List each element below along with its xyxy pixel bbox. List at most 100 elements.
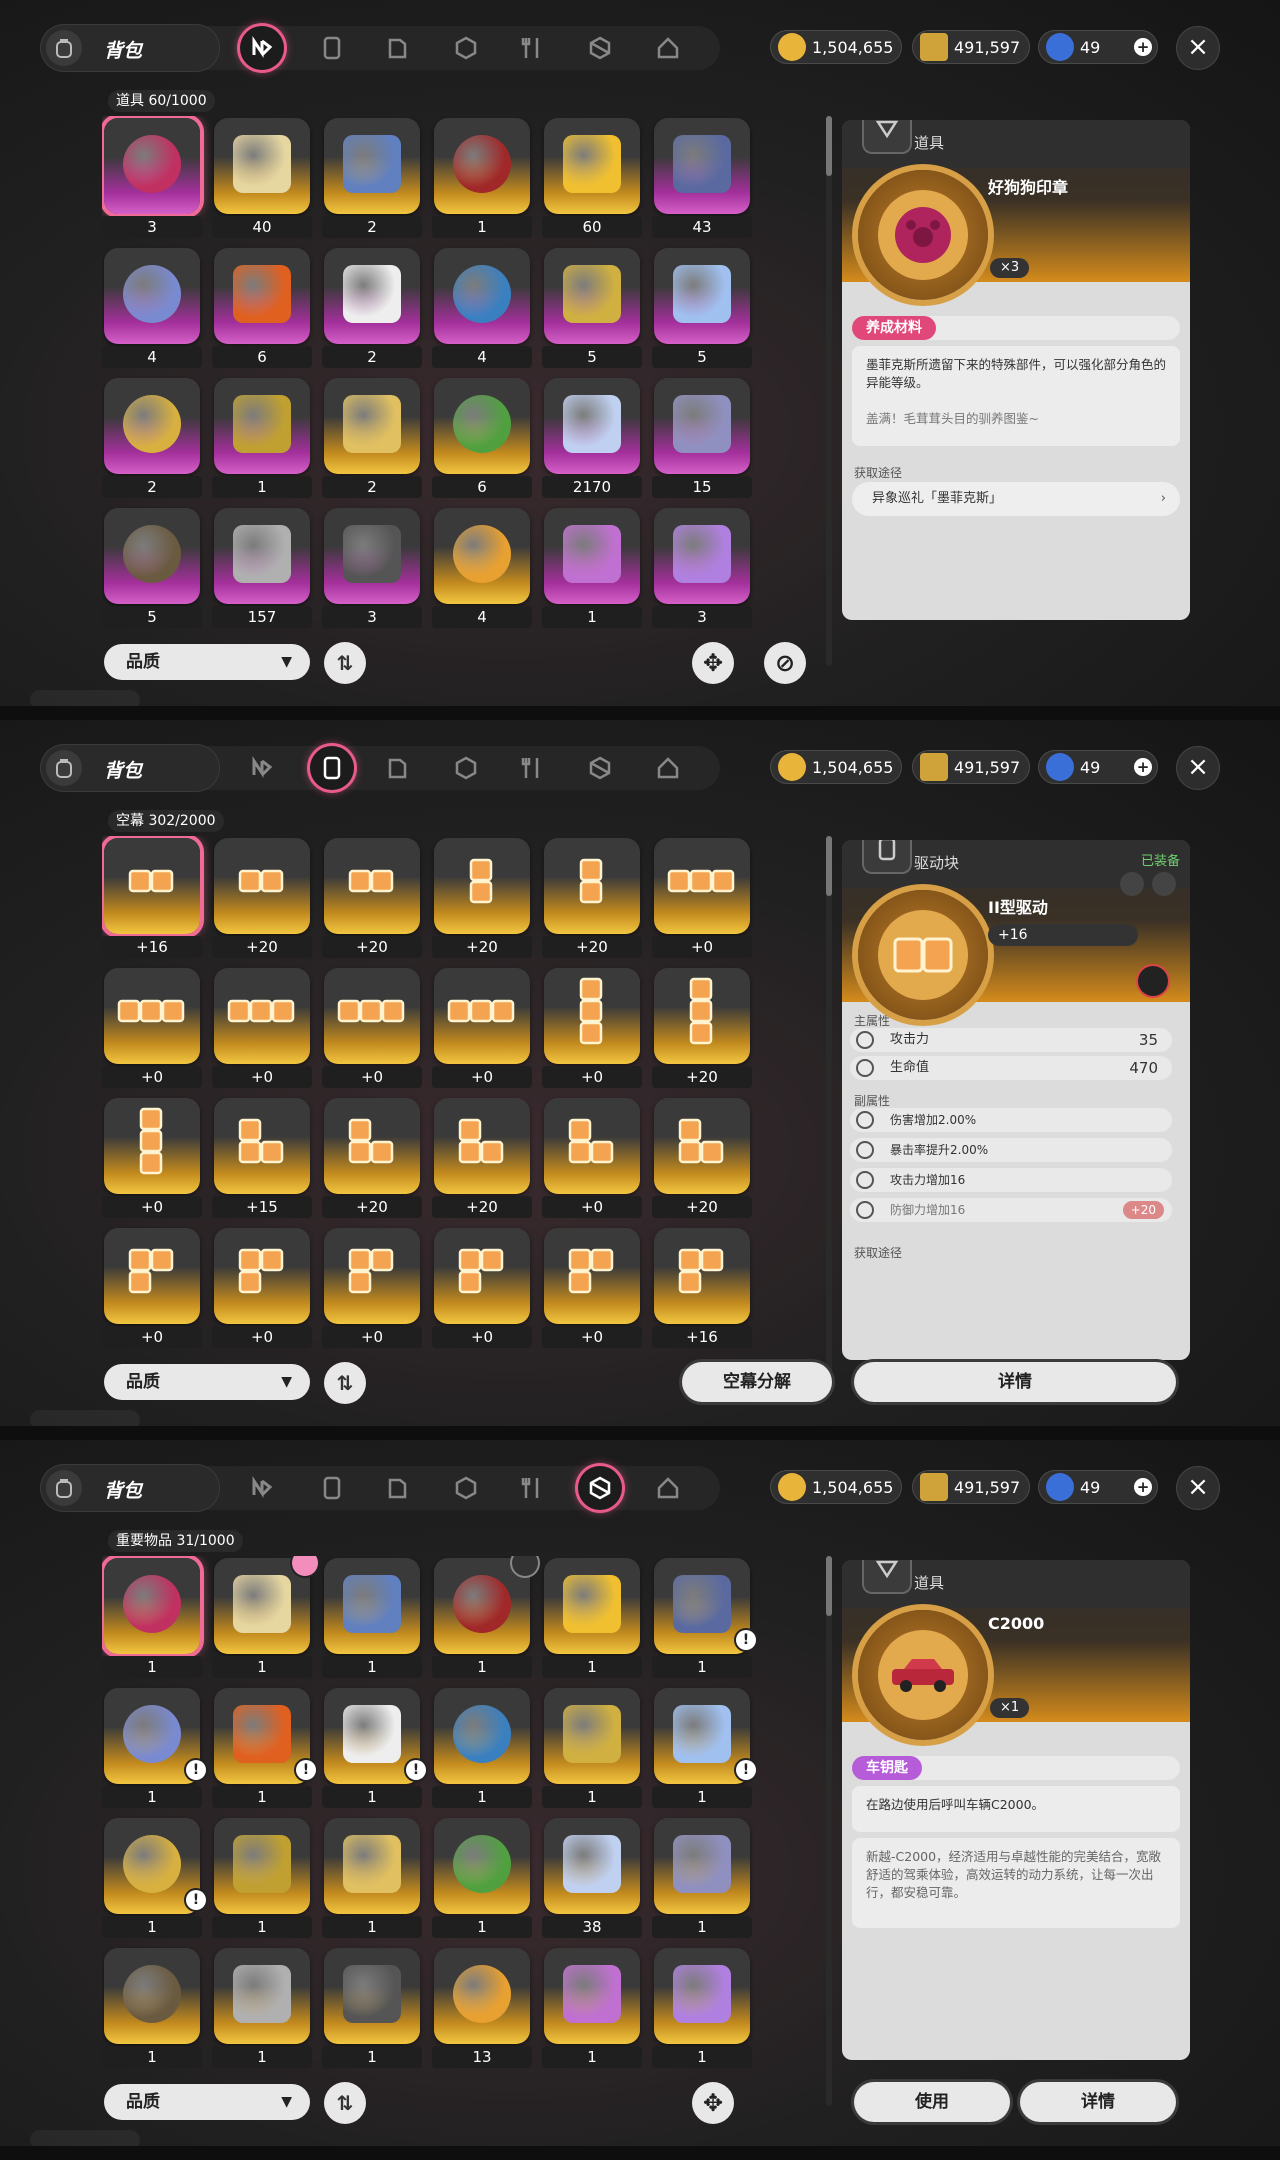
item-slot[interactable]: 1 (542, 506, 642, 630)
item-slot[interactable]: 2 (322, 246, 422, 370)
item-slot[interactable]: 2 (102, 376, 202, 500)
details-button[interactable]: 详情 (854, 1362, 1176, 1402)
drive-slot[interactable]: +0 (322, 1226, 422, 1350)
quality-sort-select[interactable]: 品质 ▼ (104, 2084, 310, 2120)
item-slot[interactable]: 3 (652, 506, 752, 630)
character-avatar[interactable] (1138, 966, 1168, 996)
item-slot[interactable]: 1 (432, 1816, 532, 1940)
item-slot[interactable]: 1 (102, 1556, 202, 1680)
item-slot[interactable]: ! 1 (212, 1686, 316, 1810)
item-slot[interactable]: ! 1 (322, 1686, 426, 1810)
drive-slot[interactable]: +15 (212, 1096, 312, 1220)
tab-home[interactable] (646, 1466, 690, 1510)
item-slot[interactable]: 5 (102, 506, 202, 630)
item-slot[interactable]: 6 (212, 246, 312, 370)
close-button[interactable]: × (1176, 26, 1220, 70)
item-slot[interactable]: 3 (322, 506, 422, 630)
disable-button[interactable]: ⊘ (764, 642, 806, 684)
grid-scrollbar[interactable] (826, 836, 832, 1386)
tab-home[interactable] (646, 746, 690, 790)
bag-button[interactable]: 背包 (40, 1464, 220, 1512)
dismantle-button[interactable]: 空幕分解 (682, 1362, 832, 1402)
item-slot[interactable]: 4 (102, 246, 202, 370)
grid-scrollbar[interactable] (826, 1556, 832, 2106)
item-slot[interactable]: 1 (322, 1816, 422, 1940)
item-slot[interactable]: 4 (432, 506, 532, 630)
item-slot[interactable]: 5 (652, 246, 752, 370)
tab-box[interactable] (444, 746, 488, 790)
item-slot[interactable]: 2 (322, 116, 422, 240)
drive-slot[interactable]: +0 (542, 966, 642, 1090)
item-slot[interactable]: 1 (652, 1816, 752, 1940)
item-slot[interactable]: 60 (542, 116, 642, 240)
drive-slot[interactable]: +20 (542, 836, 642, 960)
item-slot[interactable]: ! 1 (102, 1686, 206, 1810)
item-slot[interactable]: 1 (212, 1816, 312, 1940)
item-slot[interactable]: ! 1 (652, 1556, 756, 1680)
tab-food[interactable] (510, 746, 554, 790)
lock-icon[interactable] (1152, 872, 1176, 896)
use-button[interactable]: 使用 (854, 2082, 1010, 2122)
item-slot[interactable]: 1 (652, 1946, 752, 2070)
item-slot[interactable]: 4 (432, 246, 532, 370)
drive-slot[interactable]: +20 (652, 966, 752, 1090)
item-slot[interactable]: 1 (322, 1946, 422, 2070)
sort-order-button[interactable]: ⇅ (324, 1362, 366, 1404)
drive-slot[interactable]: +0 (542, 1226, 642, 1350)
item-slot[interactable]: 6 (432, 376, 532, 500)
drive-slot[interactable]: +16 (102, 836, 202, 960)
tab-box[interactable] (444, 26, 488, 70)
sort-order-button[interactable]: ⇅ (324, 642, 366, 684)
item-slot[interactable]: 1 (542, 1946, 642, 2070)
drive-slot[interactable]: +20 (322, 1096, 422, 1220)
tab-key-items[interactable] (578, 1466, 622, 1510)
item-slot[interactable]: 15 (652, 376, 752, 500)
bag-button[interactable]: 背包 (40, 744, 220, 792)
move-button[interactable]: ✥ (692, 642, 734, 684)
drive-slot[interactable]: +0 (322, 966, 422, 1090)
item-slot[interactable]: 1 (432, 1556, 538, 1680)
drive-slot[interactable]: +0 (432, 966, 532, 1090)
item-slot[interactable]: 2 (322, 376, 422, 500)
tab-nexus[interactable] (240, 26, 284, 70)
tab-book[interactable] (376, 746, 420, 790)
drive-slot[interactable]: +0 (102, 966, 202, 1090)
item-slot[interactable]: 1 (322, 1556, 422, 1680)
tab-key-items[interactable] (578, 746, 622, 790)
sort-order-button[interactable]: ⇅ (324, 2082, 366, 2124)
drive-slot[interactable]: +16 (652, 1226, 752, 1350)
drive-slot[interactable]: +20 (322, 836, 422, 960)
tab-book[interactable] (376, 26, 420, 70)
add-gems-button[interactable]: + (1134, 1478, 1152, 1496)
item-slot[interactable]: ! 1 (652, 1686, 756, 1810)
drive-slot[interactable]: +0 (432, 1226, 532, 1350)
tab-food[interactable] (510, 1466, 554, 1510)
item-slot[interactable]: 5 (542, 246, 642, 370)
item-slot[interactable]: 1 (542, 1686, 642, 1810)
close-button[interactable]: × (1176, 746, 1220, 790)
tab-device[interactable] (310, 1466, 354, 1510)
drive-slot[interactable]: +20 (652, 1096, 752, 1220)
item-slot[interactable]: 1 (432, 1686, 532, 1810)
drive-slot[interactable]: +20 (432, 1096, 532, 1220)
move-button[interactable]: ✥ (692, 2082, 734, 2124)
quality-sort-select[interactable]: 品质 ▼ (104, 1364, 310, 1400)
item-slot[interactable]: 2170 (542, 376, 642, 500)
item-slot[interactable]: 1 (212, 1946, 312, 2070)
tab-home[interactable] (646, 26, 690, 70)
item-slot[interactable]: 1 (102, 1946, 202, 2070)
source-link[interactable]: 异象巡礼「墨菲克斯」 › (852, 482, 1180, 516)
item-slot[interactable]: 3 (102, 116, 202, 240)
item-slot[interactable]: 1 (212, 1556, 318, 1680)
add-gems-button[interactable]: + (1134, 38, 1152, 56)
quality-sort-select[interactable]: 品质 ▼ (104, 644, 310, 680)
drive-slot[interactable]: +0 (212, 966, 312, 1090)
bag-button[interactable]: 背包 (40, 24, 220, 72)
drive-slot[interactable]: +20 (432, 836, 532, 960)
drive-slot[interactable]: +0 (212, 1226, 312, 1350)
drive-slot[interactable]: +20 (212, 836, 312, 960)
tab-box[interactable] (444, 1466, 488, 1510)
add-gems-button[interactable]: + (1134, 758, 1152, 776)
tab-book[interactable] (376, 1466, 420, 1510)
tab-device[interactable] (310, 26, 354, 70)
